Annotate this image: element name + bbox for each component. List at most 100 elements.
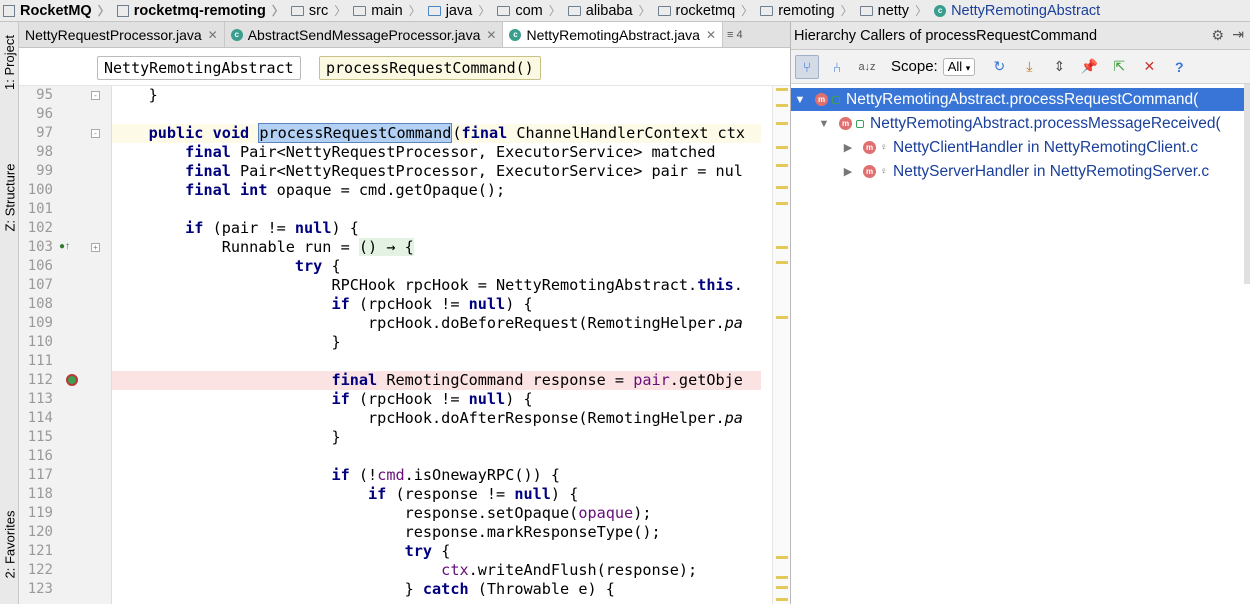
warning-marker[interactable] bbox=[776, 598, 788, 601]
gear-icon[interactable]: ⚙ bbox=[1211, 27, 1224, 44]
export-button[interactable]: ⇱ bbox=[1107, 55, 1131, 79]
warning-marker[interactable] bbox=[776, 261, 788, 264]
code-line[interactable]: public void processRequestCommand(final … bbox=[112, 123, 761, 143]
code-line[interactable]: try { bbox=[112, 257, 761, 276]
warning-marker[interactable] bbox=[776, 88, 788, 91]
code-line[interactable]: final Pair<NettyRequestProcessor, Execut… bbox=[112, 143, 761, 162]
navigation-breadcrumb: RocketMQ 〉 rocketmq-remoting 〉 src 〉 main 〉 java… bbox=[0, 0, 1250, 22]
code-line[interactable] bbox=[112, 200, 761, 219]
folder-icon bbox=[353, 5, 367, 16]
warning-marker[interactable] bbox=[776, 186, 788, 189]
code-editor[interactable]: } public void processRequestCommand(fina… bbox=[112, 86, 772, 604]
code-line[interactable]: if (!cmd.isOnewayRPC()) { bbox=[112, 466, 761, 485]
chevron-down-icon[interactable]: ▼ bbox=[817, 118, 831, 130]
structure-tool-tab[interactable]: Z: Structure bbox=[0, 142, 19, 252]
warning-marker[interactable] bbox=[776, 146, 788, 149]
close-icon[interactable]: ✕ bbox=[486, 28, 496, 42]
close-hierarchy-button[interactable]: ✕ bbox=[1137, 55, 1161, 79]
hierarchy-node[interactable]: ▼ m NettyRemotingAbstract.processRequestCo… bbox=[791, 88, 1250, 111]
code-line[interactable]: final int opaque = cmd.getOpaque(); bbox=[112, 181, 761, 200]
code-line[interactable]: rpcHook.doBeforeRequest(RemotingHelper.p… bbox=[112, 314, 761, 333]
fold-toggle-icon[interactable]: + bbox=[91, 243, 100, 252]
warning-marker[interactable] bbox=[776, 316, 788, 319]
code-line[interactable] bbox=[112, 105, 761, 124]
help-button[interactable]: ? bbox=[1167, 55, 1191, 79]
hierarchy-node[interactable]: ▶ m ♀ NettyClientHandler in NettyRemotingCl… bbox=[791, 136, 1250, 159]
warning-marker[interactable] bbox=[776, 586, 788, 589]
code-line[interactable]: } bbox=[112, 86, 761, 105]
breadcrumb-item[interactable]: com 〉 bbox=[494, 0, 564, 21]
refresh-button[interactable]: ↻ bbox=[987, 55, 1011, 79]
code-line[interactable]: try { bbox=[112, 542, 761, 561]
implements-method-icon[interactable]: ●↑ bbox=[59, 241, 73, 253]
code-line[interactable]: } bbox=[112, 428, 761, 447]
collapse-all-button[interactable]: ⇕ bbox=[1047, 55, 1071, 79]
code-line[interactable]: rpcHook.doAfterResponse(RemotingHelper.p… bbox=[112, 409, 761, 428]
breadcrumb-item[interactable]: main 〉 bbox=[350, 0, 424, 21]
line-number: 109 bbox=[27, 315, 53, 331]
method-icon: m bbox=[863, 165, 876, 178]
caller-hierarchy-button[interactable]: ⑂ bbox=[795, 54, 819, 79]
code-line[interactable]: final RemotingCommand response = pair.ge… bbox=[112, 371, 761, 390]
warning-marker[interactable] bbox=[776, 556, 788, 559]
code-line[interactable]: } catch (Throwable e) { bbox=[112, 580, 761, 599]
breadcrumb-item[interactable]: java 〉 bbox=[425, 0, 495, 21]
hierarchy-node[interactable]: ▶ m ♀ NettyServerHandler in NettyRemotingSe… bbox=[791, 160, 1250, 183]
code-line[interactable]: if (pair != null) { bbox=[112, 219, 761, 238]
editor-breadcrumb-method[interactable]: processRequestCommand() bbox=[319, 56, 541, 80]
code-line[interactable]: final Pair<NettyRequestProcessor, Execut… bbox=[112, 162, 761, 181]
breadcrumb-item[interactable]: src 〉 bbox=[288, 0, 350, 21]
callee-hierarchy-button[interactable]: ⑃ bbox=[825, 55, 849, 79]
vertical-scrollbar[interactable] bbox=[1244, 84, 1250, 284]
breadcrumb-item[interactable]: netty 〉 bbox=[857, 0, 931, 21]
line-number: 96 bbox=[36, 106, 53, 122]
chevron-right-icon[interactable]: ▶ bbox=[841, 141, 855, 154]
warning-marker[interactable] bbox=[776, 202, 788, 205]
code-line[interactable] bbox=[112, 352, 761, 371]
code-line[interactable]: } bbox=[112, 333, 761, 352]
code-line[interactable]: if (rpcHook != null) { bbox=[112, 390, 761, 409]
package-access-icon: ♀ bbox=[880, 142, 888, 153]
code-line[interactable]: response.markResponseType(); bbox=[112, 523, 761, 542]
chevron-down-icon[interactable]: ▼ bbox=[793, 94, 807, 106]
tab-netty-remoting-abstract[interactable]: c NettyRemotingAbstract.java ✕ bbox=[503, 22, 724, 47]
code-line[interactable] bbox=[112, 447, 761, 466]
more-tabs-button[interactable]: ≡ 4 bbox=[723, 22, 747, 47]
editor-breadcrumb-class[interactable]: NettyRemotingAbstract bbox=[97, 56, 301, 80]
fold-toggle-icon[interactable]: - bbox=[91, 129, 100, 138]
pin-tab-button[interactable]: 📌 bbox=[1077, 55, 1101, 79]
sort-alphabetically-button[interactable]: a↓z bbox=[855, 55, 879, 79]
code-line[interactable]: ctx.writeAndFlush(response); bbox=[112, 561, 761, 580]
breadcrumb-item[interactable]: alibaba 〉 bbox=[565, 0, 655, 21]
favorites-tool-tab[interactable]: 2: Favorites bbox=[0, 492, 19, 597]
warning-marker[interactable] bbox=[776, 104, 788, 107]
editor-gutter[interactable]: 95 - 96 97 - 98 99 100 101 102 103 ●↑ +106 107 108 109 1… bbox=[19, 86, 112, 604]
breadcrumb-item[interactable]: RocketMQ 〉 bbox=[0, 0, 114, 21]
warning-marker[interactable] bbox=[776, 576, 788, 579]
close-icon[interactable]: ✕ bbox=[208, 28, 218, 42]
breadcrumb-item[interactable]: rocketmq-remoting 〉 bbox=[114, 0, 288, 21]
scope-select[interactable]: All ▾ bbox=[942, 57, 976, 76]
error-stripe[interactable] bbox=[772, 86, 790, 604]
warning-marker[interactable] bbox=[776, 246, 788, 249]
hide-panel-icon[interactable]: ⇥ bbox=[1232, 26, 1244, 43]
tab-netty-request-processor[interactable]: NettyRequestProcessor.java ✕ bbox=[19, 22, 225, 47]
project-tool-tab[interactable]: 1: Project bbox=[0, 22, 19, 102]
breadcrumb-item[interactable]: c NettyRemotingAbstract bbox=[931, 0, 1104, 21]
expand-all-button[interactable]: ⤓ bbox=[1017, 55, 1041, 79]
fold-toggle-icon[interactable]: - bbox=[91, 91, 100, 100]
code-line[interactable]: RPCHook rpcHook = NettyRemotingAbstract.… bbox=[112, 276, 761, 295]
close-icon[interactable]: ✕ bbox=[706, 28, 716, 42]
code-line[interactable]: response.setOpaque(opaque); bbox=[112, 504, 761, 523]
breakpoint-icon[interactable] bbox=[66, 374, 78, 386]
code-line[interactable]: if (response != null) { bbox=[112, 485, 761, 504]
code-line[interactable]: if (rpcHook != null) { bbox=[112, 295, 761, 314]
code-line[interactable]: Runnable run = () → { bbox=[112, 238, 761, 257]
breadcrumb-item[interactable]: rocketmq 〉 bbox=[655, 0, 758, 21]
hierarchy-node[interactable]: ▼ m NettyRemotingAbstract.processMessageRe… bbox=[791, 112, 1250, 135]
warning-marker[interactable] bbox=[776, 122, 788, 125]
tab-abstract-send-message-processor[interactable]: c AbstractSendMessageProcessor.java ✕ bbox=[225, 22, 504, 47]
warning-marker[interactable] bbox=[776, 164, 788, 167]
breadcrumb-item[interactable]: remoting 〉 bbox=[757, 0, 856, 21]
chevron-right-icon[interactable]: ▶ bbox=[841, 165, 855, 178]
